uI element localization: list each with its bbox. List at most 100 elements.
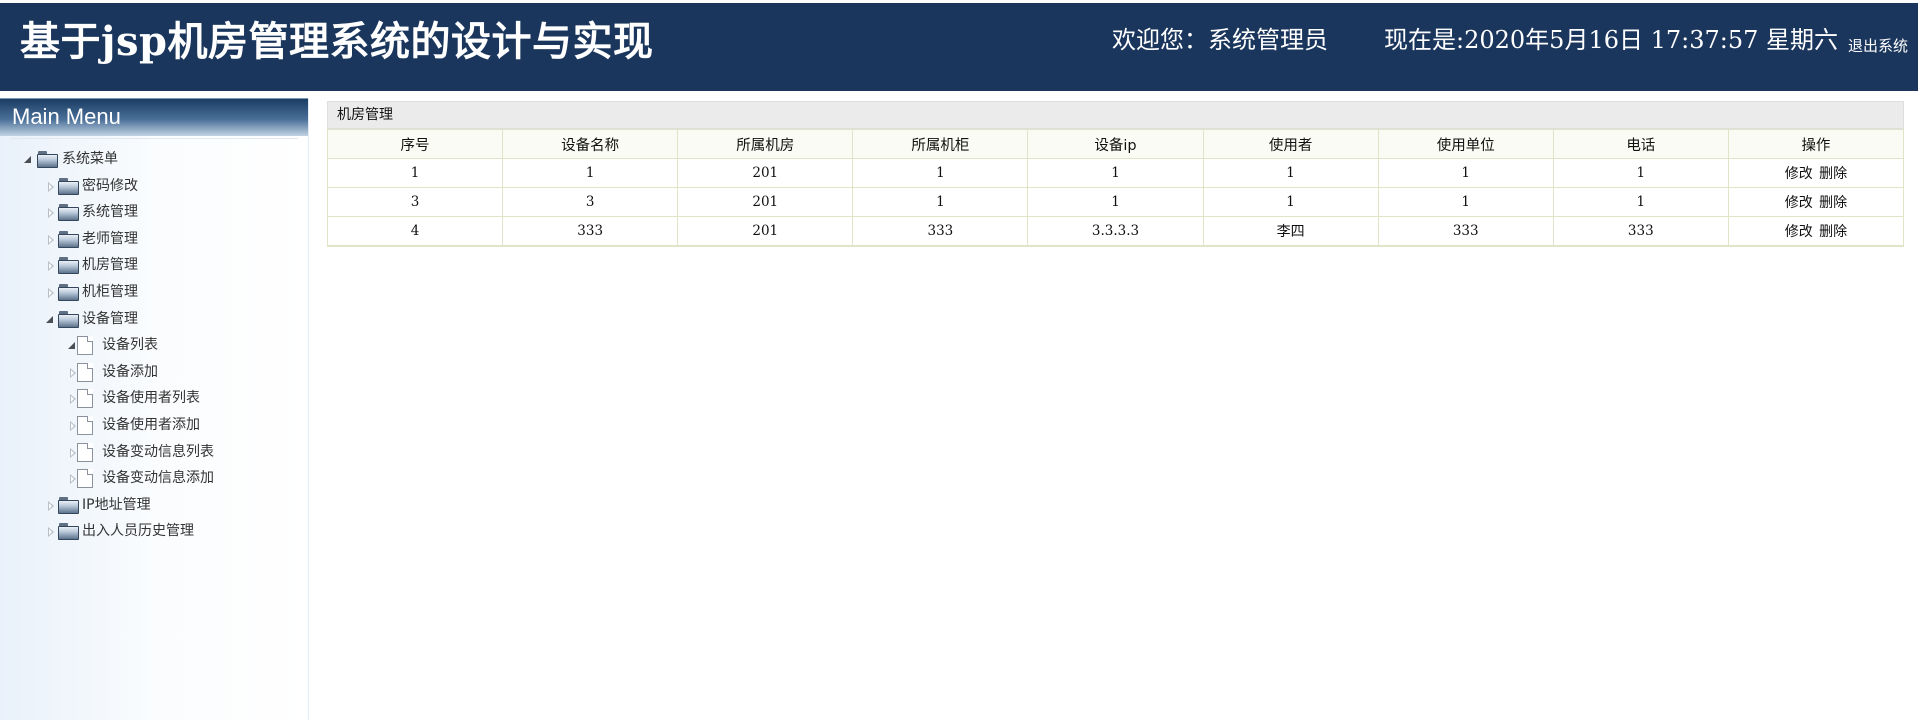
expand-arrow-icon[interactable] (48, 261, 54, 272)
menu-item[interactable]: 设备管理 (0, 306, 309, 333)
collapse-arrow-icon[interactable] (46, 315, 53, 323)
column-header: 使用者 (1202, 129, 1379, 159)
edit-link[interactable]: 修改 (1785, 166, 1813, 182)
expand-arrow-icon[interactable] (48, 527, 54, 538)
menu-item[interactable]: 密码修改 (0, 173, 309, 200)
welcome-prefix: 欢迎您： (1112, 26, 1208, 54)
expand-arrow-icon[interactable] (70, 474, 76, 485)
column-header: 设备名称 (502, 129, 679, 159)
folder-icon (58, 496, 79, 514)
table-cell: 1 (1552, 158, 1729, 188)
menu-item[interactable]: 系统菜单 (0, 146, 309, 173)
table-cell: 333 (1377, 216, 1554, 246)
menu-item[interactable]: 老师管理 (0, 226, 309, 253)
table-cell: 1 (1027, 158, 1204, 188)
document-icon (77, 469, 93, 489)
menu-item-label: 设备使用者列表 (102, 390, 200, 407)
menu-item[interactable]: 出入人员历史管理 (0, 518, 309, 545)
menu-item-label: 系统菜单 (62, 151, 118, 167)
table-body: 1 1 201 1 1 1 1 1 修改 删除 3 3 201 1 1 1 1 1 修改 删除 4 333 201 333… (326, 158, 1905, 246)
table-cell: 3 (502, 187, 679, 217)
main-menu-header: Main Menu (0, 98, 308, 136)
column-header: 所属机房 (677, 129, 854, 159)
expand-arrow-icon[interactable] (70, 420, 76, 431)
table-row: 4 333 201 333 3.3.3.3 李四 333 333 修改 删除 (326, 216, 1905, 246)
logout-link[interactable]: 退出系统 (1848, 37, 1908, 55)
delete-link[interactable]: 删除 (1819, 224, 1847, 240)
welcome-text: 欢迎您：系统管理员 (1112, 25, 1328, 55)
table-header-row: 序号 设备名称 所属机房 所属机柜 设备ip 使用者 使用单位 电话 操作 (326, 129, 1905, 159)
table-cell: 201 (677, 187, 854, 217)
delete-link[interactable]: 删除 (1819, 195, 1847, 211)
table-cell: 1 (1202, 187, 1379, 217)
sidebar: Main Menu 系统菜单密码修改 系统管理老师管理机房管理 机柜管理设备管理设备… (0, 98, 309, 720)
table-cell: 1 (1202, 158, 1379, 188)
menu-item[interactable]: 机柜管理 (0, 279, 309, 306)
menu-item[interactable]: 设备使用者列表 (0, 385, 309, 412)
table-cell: 3 (326, 187, 504, 217)
folder-icon (37, 151, 58, 168)
collapse-arrow-icon[interactable] (24, 156, 31, 163)
menu-item-label: 老师管理 (82, 230, 138, 247)
expand-arrow-icon[interactable] (48, 234, 54, 245)
folder-icon (58, 230, 79, 248)
folder-icon (58, 257, 79, 275)
menu-item[interactable]: 设备使用者添加 (0, 412, 309, 439)
top-banner: 基于jsp机房管理系统的设计与实现 欢迎您：系统管理员 现在是:2020年5月1… (0, 3, 1918, 91)
table-cell: 201 (677, 216, 854, 246)
menu-item-label: IP地址管理 (82, 496, 151, 513)
table-cell: 1 (1377, 158, 1554, 188)
site-title: 基于jsp机房管理系统的设计与实现 (20, 18, 654, 65)
menu-item-label: 设备变动信息列表 (102, 443, 214, 460)
menu-item-label: 设备管理 (82, 310, 138, 327)
edit-link[interactable]: 修改 (1785, 195, 1813, 211)
table-cell: 4 (326, 216, 504, 246)
current-datetime: 现在是:2020年5月16日 17:37:57 星期六 (1384, 25, 1838, 55)
expand-arrow-icon[interactable] (48, 181, 54, 192)
table-row: 3 3 201 1 1 1 1 1 修改 删除 (326, 187, 1905, 217)
document-icon (77, 415, 93, 435)
folder-icon (58, 204, 79, 222)
folder-icon (58, 523, 79, 541)
row-actions: 修改 删除 (1727, 158, 1905, 188)
folder-icon (58, 177, 79, 195)
expand-arrow-icon[interactable] (70, 447, 76, 458)
column-header: 操作 (1727, 129, 1905, 159)
menu-item[interactable]: IP地址管理 (0, 492, 309, 519)
menu-item[interactable]: 设备变动信息添加 (0, 465, 309, 492)
column-header: 电话 (1552, 129, 1729, 159)
document-icon (77, 362, 93, 382)
document-icon (77, 336, 93, 356)
delete-link[interactable]: 删除 (1819, 166, 1847, 182)
menu-item[interactable]: 设备变动信息列表 (0, 439, 309, 466)
current-username: 系统管理员 (1208, 26, 1328, 54)
table-cell: 1 (1027, 187, 1204, 217)
table-row: 1 1 201 1 1 1 1 1 修改 删除 (326, 158, 1905, 188)
folder-icon (58, 310, 79, 328)
expand-arrow-icon[interactable] (70, 367, 76, 378)
document-icon (77, 389, 93, 409)
folder-icon (58, 283, 79, 301)
main-menu-title: Main Menu (12, 104, 121, 129)
datetime-prefix: 现在是: (1384, 26, 1465, 54)
menu-tree: 系统菜单密码修改 系统管理老师管理机房管理 机柜管理设备管理设备列表 设备添加设备使用… (0, 146, 309, 545)
menu-item-label: 设备变动信息添加 (102, 470, 214, 487)
menu-item[interactable]: 机房管理 (0, 252, 309, 279)
menu-item-label: 设备使用者添加 (102, 416, 200, 433)
expand-arrow-icon[interactable] (70, 394, 76, 405)
table-cell: 201 (677, 158, 854, 188)
column-header: 使用单位 (1377, 129, 1554, 159)
expand-arrow-icon[interactable] (48, 500, 54, 511)
table-cell: 333 (852, 216, 1029, 246)
expand-arrow-icon[interactable] (48, 208, 54, 219)
edit-link[interactable]: 修改 (1785, 224, 1813, 240)
table-cell: 1 (1377, 187, 1554, 217)
document-icon (77, 442, 93, 462)
row-actions: 修改 删除 (1727, 187, 1905, 217)
expand-arrow-icon[interactable] (48, 287, 54, 298)
menu-item[interactable]: 设备列表 (0, 332, 309, 359)
menu-item[interactable]: 设备添加 (0, 359, 309, 386)
menu-item[interactable]: 系统管理 (0, 199, 309, 226)
collapse-arrow-icon[interactable] (68, 342, 75, 350)
table-cell: 1 (1552, 187, 1729, 217)
